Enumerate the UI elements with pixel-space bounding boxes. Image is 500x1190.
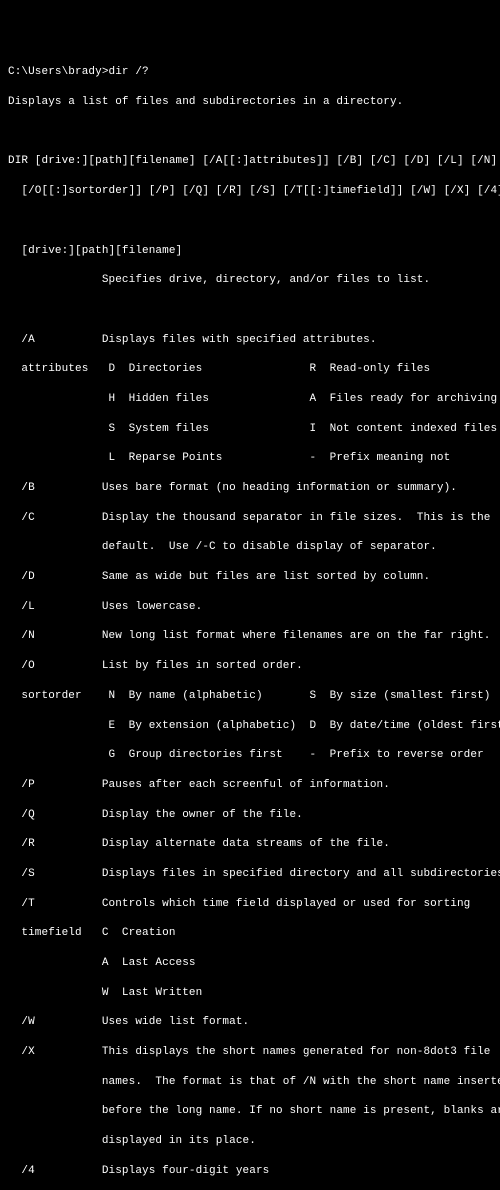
attributes-d: attributes D Directories R Read-only fil… <box>8 362 492 377</box>
blank <box>8 125 492 140</box>
switch-d: /D Same as wide but files are list sorte… <box>8 570 492 585</box>
switch-a: /A Displays files with specified attribu… <box>8 333 492 348</box>
switch-w: /W Uses wide list format. <box>8 1015 492 1030</box>
switch-x-2: names. The format is that of /N with the… <box>8 1075 492 1090</box>
description: Displays a list of files and subdirector… <box>8 95 492 110</box>
param-drivepath-desc: Specifies drive, directory, and/or files… <box>8 273 492 288</box>
attributes-s: S System files I Not content indexed fil… <box>8 422 492 437</box>
syntax-line-2: [/O[[:]sortorder]] [/P] [/Q] [/R] [/S] [… <box>8 184 492 199</box>
syntax-line-1: DIR [drive:][path][filename] [/A[[:]attr… <box>8 154 492 169</box>
switch-l: /L Uses lowercase. <box>8 600 492 615</box>
switch-s: /S Displays files in specified directory… <box>8 867 492 882</box>
timefield-a: A Last Access <box>8 956 492 971</box>
sortorder-g: G Group directories first - Prefix to re… <box>8 748 492 763</box>
switch-r: /R Display alternate data streams of the… <box>8 837 492 852</box>
timefield-w: W Last Written <box>8 986 492 1001</box>
prompt-line: C:\Users\brady>dir /? <box>8 65 492 80</box>
switch-b: /B Uses bare format (no heading informat… <box>8 481 492 496</box>
sortorder-e: E By extension (alphabetic) D By date/ti… <box>8 719 492 734</box>
switch-n: /N New long list format where filenames … <box>8 629 492 644</box>
switch-o: /O List by files in sorted order. <box>8 659 492 674</box>
switch-x-3: before the long name. If no short name i… <box>8 1104 492 1119</box>
attributes-h: H Hidden files A Files ready for archivi… <box>8 392 492 407</box>
blank <box>8 303 492 318</box>
param-drivepath: [drive:][path][filename] <box>8 244 492 259</box>
switch-c-1: /C Display the thousand separator in fil… <box>8 511 492 526</box>
timefield-c: timefield C Creation <box>8 926 492 941</box>
switch-x-4: displayed in its place. <box>8 1134 492 1149</box>
switch-x-1: /X This displays the short names generat… <box>8 1045 492 1060</box>
blank <box>8 214 492 229</box>
switch-4: /4 Displays four-digit years <box>8 1164 492 1179</box>
sortorder-n: sortorder N By name (alphabetic) S By si… <box>8 689 492 704</box>
attributes-l: L Reparse Points - Prefix meaning not <box>8 451 492 466</box>
switch-t: /T Controls which time field displayed o… <box>8 897 492 912</box>
switch-p: /P Pauses after each screenful of inform… <box>8 778 492 793</box>
switch-q: /Q Display the owner of the file. <box>8 808 492 823</box>
switch-c-2: default. Use /-C to disable display of s… <box>8 540 492 555</box>
